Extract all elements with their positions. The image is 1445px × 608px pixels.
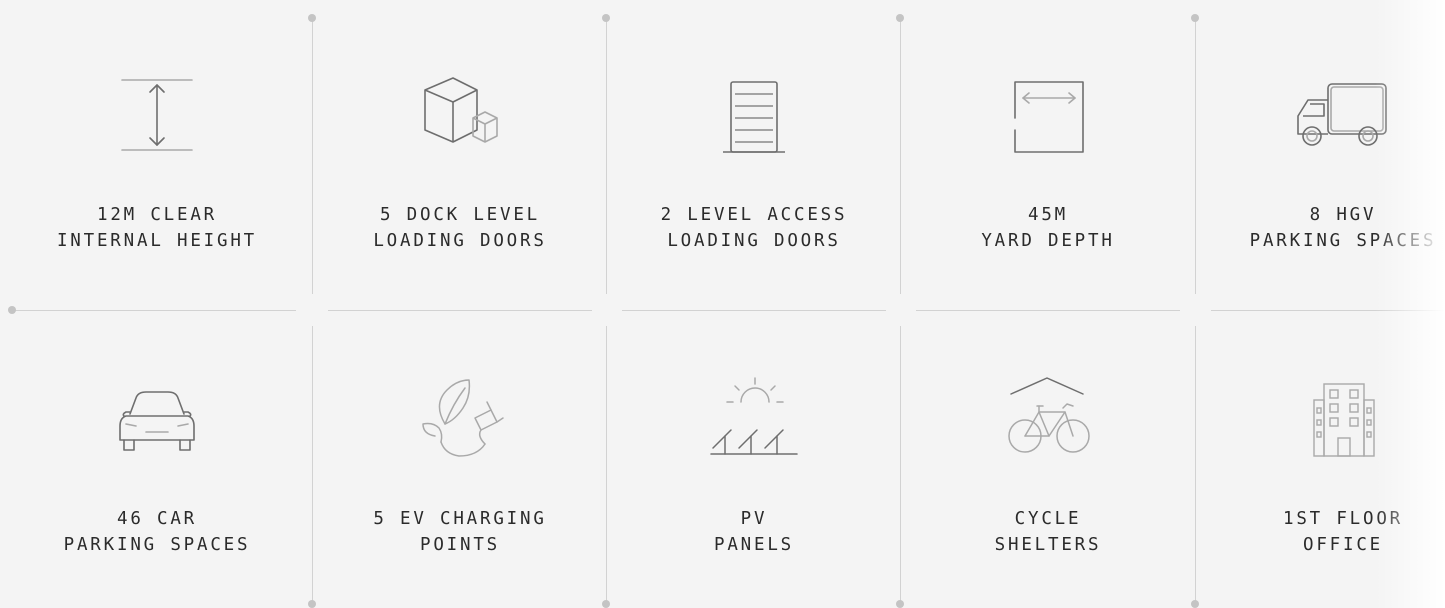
feature-cell: 2 LEVEL ACCESS LOADING DOORS <box>607 0 901 304</box>
feature-cell: 1ST FLOOR OFFICE <box>1196 304 1445 608</box>
feature-cell: 8 HGV PARKING SPACES <box>1196 0 1445 304</box>
boxes-icon <box>405 70 515 160</box>
feature-label: 1ST FLOOR OFFICE <box>1282 509 1404 555</box>
feature-cell: 5 DOCK LEVEL LOADING DOORS <box>313 0 607 304</box>
solar-panel-icon <box>699 374 809 464</box>
feature-label: 8 HGV PARKING SPACES <box>1249 205 1437 251</box>
feature-cell: 46 CAR PARKING SPACES <box>10 304 304 608</box>
feature-label: 46 CAR PARKING SPACES <box>63 509 251 555</box>
yard-depth-icon <box>993 70 1103 160</box>
feature-label: PV PANELS <box>713 509 794 555</box>
feature-cell: 45M YARD DEPTH <box>901 0 1195 304</box>
feature-label: 12M CLEAR INTERNAL HEIGHT <box>56 205 258 251</box>
feature-label: CYCLE SHELTERS <box>994 509 1102 555</box>
feature-label: 5 EV CHARGING POINTS <box>373 509 547 555</box>
feature-cell: CYCLE SHELTERS <box>901 304 1195 608</box>
feature-cell: 5 EV CHARGING POINTS <box>313 304 607 608</box>
feature-cell: 12M CLEAR INTERNAL HEIGHT <box>10 0 304 304</box>
ev-leaf-plug-icon <box>405 374 515 464</box>
bicycle-shelter-icon <box>993 374 1103 464</box>
office-building-icon <box>1288 374 1398 464</box>
height-arrows-icon <box>102 70 212 160</box>
feature-label: 2 LEVEL ACCESS LOADING DOORS <box>660 205 848 251</box>
roller-door-icon <box>699 70 809 160</box>
features-grid: 12M CLEAR INTERNAL HEIGHT 5 DOCK LEVEL LOA… <box>0 0 1445 608</box>
feature-label: 45M YARD DEPTH <box>981 205 1115 251</box>
feature-label: 5 DOCK LEVEL LOADING DOORS <box>373 205 547 251</box>
car-icon <box>102 374 212 464</box>
feature-cell: PV PANELS <box>607 304 901 608</box>
truck-icon <box>1288 70 1398 160</box>
